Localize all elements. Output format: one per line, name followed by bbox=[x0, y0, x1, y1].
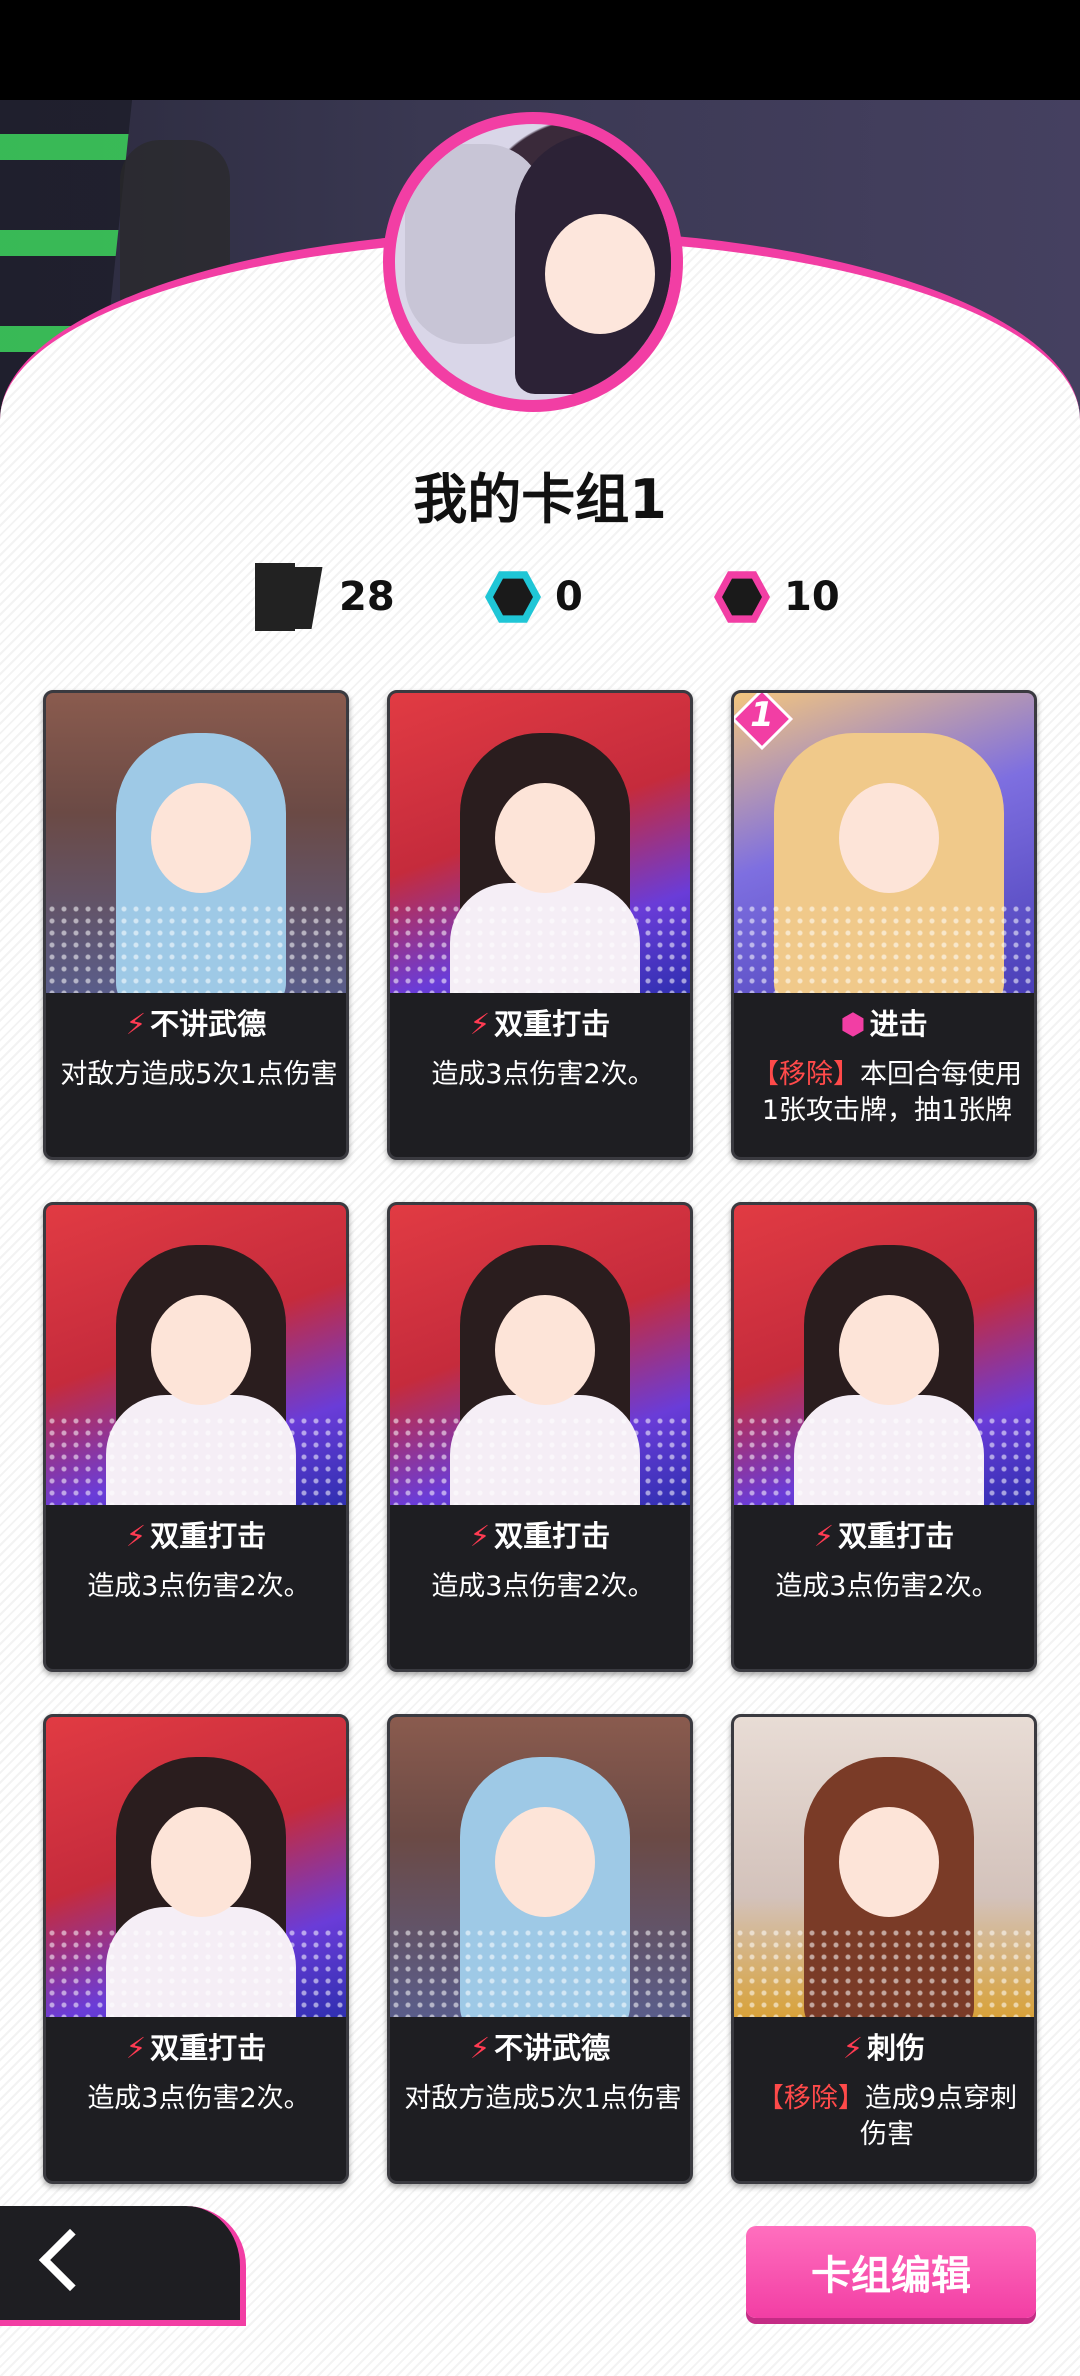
deck-card[interactable]: ⚡ 不讲武德 对敌方造成5次1点伤害 bbox=[43, 690, 349, 1160]
card-art-brown-hair-girl bbox=[734, 1717, 1034, 2017]
card-desc: 造成3点伤害2次。 bbox=[87, 1571, 311, 1602]
pink-count: 10 bbox=[784, 574, 840, 620]
lightning-icon: ⚡ bbox=[125, 2031, 147, 2065]
card-art-umbrella-girl bbox=[46, 1205, 346, 1505]
lightning-icon: ⚡ bbox=[813, 1519, 835, 1553]
card-desc: 对敌方造成5次1点伤害 bbox=[404, 2083, 682, 2114]
pink-hex-stat: 10 bbox=[714, 562, 840, 632]
card-art-blue-hair-glasses-girl bbox=[390, 1717, 690, 2017]
card-art-umbrella-girl bbox=[46, 1717, 346, 2017]
deck-card[interactable]: ⚡ 刺伤 【移除】造成9点穿刺伤害 bbox=[731, 1714, 1037, 2184]
avatar-face bbox=[545, 214, 655, 334]
deck-card[interactable]: ⚡ 不讲武德 对敌方造成5次1点伤害 bbox=[387, 1714, 693, 2184]
card-art-umbrella-girl bbox=[390, 1205, 690, 1505]
deck-card[interactable]: ⚡ 双重打击 造成3点伤害2次。 bbox=[387, 1202, 693, 1672]
card-desc: 造成3点伤害2次。 bbox=[87, 2083, 311, 2114]
deck-name: 我的卡组1 bbox=[413, 468, 667, 531]
card-count: 28 bbox=[339, 574, 395, 620]
hex-icon: ⬢ bbox=[840, 1007, 866, 1041]
card-desc: 造成3点伤害2次。 bbox=[775, 1571, 999, 1602]
cyan-hex-stat: 0 bbox=[485, 562, 583, 632]
cyan-count: 0 bbox=[555, 574, 583, 620]
card-title: 不讲武德 bbox=[150, 1007, 267, 1041]
card-title: 双重打击 bbox=[150, 2031, 267, 2065]
edit-deck-button[interactable]: 卡组编辑 bbox=[746, 2226, 1036, 2318]
deck-card[interactable]: ⚡ 双重打击 造成3点伤害2次。 bbox=[731, 1202, 1037, 1672]
chevron-left-icon bbox=[38, 2228, 102, 2292]
card-title: 双重打击 bbox=[838, 1519, 955, 1553]
card-art-umbrella-girl bbox=[734, 1205, 1034, 1505]
upgrade-badge: 1 bbox=[734, 693, 794, 751]
back-button[interactable] bbox=[0, 2206, 246, 2326]
card-title: 双重打击 bbox=[494, 1519, 611, 1553]
remove-tag: 【移除】 bbox=[756, 2083, 865, 2114]
card-title: 不讲武德 bbox=[494, 2031, 611, 2065]
deck-card[interactable]: ⚡ 双重打击 造成3点伤害2次。 bbox=[387, 690, 693, 1160]
card-desc: 造成3点伤害2次。 bbox=[431, 1571, 655, 1602]
pink-hex-icon bbox=[714, 571, 770, 623]
card-desc: 对敌方造成5次1点伤害 bbox=[60, 1059, 338, 1090]
deck-card[interactable]: 1 ⬢ 进击 【移除】本回合每使用1张攻击牌，抽1张牌 bbox=[731, 690, 1037, 1160]
card-title: 双重打击 bbox=[150, 1519, 267, 1553]
lightning-icon: ⚡ bbox=[125, 1519, 147, 1553]
card-title: 双重打击 bbox=[494, 1007, 611, 1041]
card-art-blue-hair-glasses-girl bbox=[46, 693, 346, 993]
lightning-icon: ⚡ bbox=[469, 1007, 491, 1041]
card-art-umbrella-girl bbox=[390, 693, 690, 993]
lightning-icon: ⚡ bbox=[469, 2031, 491, 2065]
lightning-icon: ⚡ bbox=[469, 1519, 491, 1553]
remove-tag: 【移除】 bbox=[752, 1059, 860, 1090]
card-title: 刺伤 bbox=[867, 2031, 926, 2065]
card-count-stat: 28 bbox=[255, 562, 395, 632]
deck-avatar bbox=[383, 112, 683, 412]
deck-card[interactable]: ⚡ 双重打击 造成3点伤害2次。 bbox=[43, 1714, 349, 2184]
cards-icon bbox=[255, 563, 325, 631]
card-title: 进击 bbox=[869, 1007, 928, 1041]
cyan-hex-icon bbox=[485, 571, 541, 623]
lightning-icon: ⚡ bbox=[842, 2031, 864, 2065]
card-desc: 造成9点穿刺伤害 bbox=[860, 2083, 1018, 2150]
card-desc: 造成3点伤害2次。 bbox=[431, 1059, 655, 1090]
status-bar bbox=[0, 0, 1080, 100]
deck-card[interactable]: ⚡ 双重打击 造成3点伤害2次。 bbox=[43, 1202, 349, 1672]
lightning-icon: ⚡ bbox=[125, 1007, 147, 1041]
